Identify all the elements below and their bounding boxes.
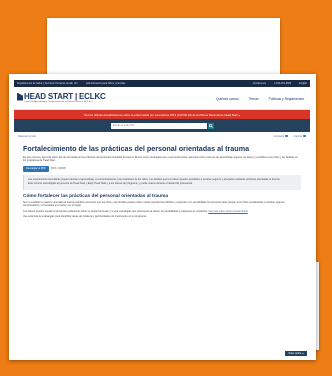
back-to-top-button[interactable]: Volver arriba ▲ [285, 351, 307, 356]
search-bar [14, 119, 310, 132]
hhs-link[interactable]: Departamento de Salud y Servicios Humano… [17, 82, 78, 85]
site-header: HEAD START | ECLKC Centro de Aprendizaje… [14, 87, 310, 110]
nav-item-about[interactable]: Quiénes somos [216, 97, 239, 101]
logo-text: HEAD START | ECLKC [24, 92, 106, 101]
language-toggle[interactable]: English [299, 82, 307, 85]
covid-alert-banner[interactable]: Vea las últimas actualizaciones sobre la… [14, 110, 310, 119]
web-page: Departamento de Salud y Servicios Humano… [14, 80, 310, 220]
gov-topbar: Departamento de Salud y Servicios Humano… [14, 80, 310, 87]
breadcrumb: Regresar a inicio Compartir Imprimir [14, 132, 310, 140]
search-input[interactable] [110, 122, 207, 129]
logo-subtitle: Centro de Aprendizaje y Conocimiento de … [24, 101, 93, 103]
section-paragraph: Use esta lista de estrategias para ident… [23, 215, 147, 219]
download-row: Descargar el PDF [PDF, 398KB] [23, 165, 301, 172]
search-icon [208, 123, 213, 128]
main-nav: Quiénes somos Temas Políticas y Reglamen… [216, 97, 304, 101]
alert-text[interactable]: Vea las últimas actualizaciones sobre la… [84, 113, 240, 117]
print-button[interactable]: Imprimir [294, 135, 306, 138]
phone-number: 1-844-261-6682 [274, 82, 292, 85]
share-button[interactable]: Compartir [274, 135, 288, 138]
info-note: Las experiencias traumáticas pueden afec… [23, 174, 301, 191]
related-link[interactable]: Vea más sobre salud mental infantil [208, 210, 247, 213]
section-paragraph: Los líderes pueden ayudar al personal a … [23, 209, 248, 213]
section-heading: Cómo fortalecer las prácticas del person… [23, 194, 169, 200]
background-paper-sheet [47, 18, 280, 80]
printed-page: Departamento de Salud y Servicios Humano… [9, 74, 316, 360]
section-paragraph: Ser un cuidador o maestro orientado al t… [23, 201, 286, 208]
nav-item-topics[interactable]: Temas [249, 97, 259, 101]
print-icon [303, 134, 306, 138]
breadcrumb-home-link[interactable]: Regresar a inicio [18, 135, 36, 138]
share-icon [285, 134, 288, 138]
intro-paragraph: En este recurso, aprenda sobre formas de… [23, 156, 298, 163]
file-info: [PDF, 398KB] [50, 167, 66, 171]
acf-link[interactable]: Administración para Niños y Familias [86, 82, 125, 85]
note-line: Este recurso está dirigido al personal d… [28, 182, 193, 186]
nav-item-policy[interactable]: Políticas y Reglamentos [269, 97, 304, 101]
main-content: Fortalecimiento de las prácticas del per… [14, 144, 310, 218]
contact-link[interactable]: Contáctenos [253, 82, 266, 85]
page-title: Fortalecimiento de las prácticas del per… [23, 144, 250, 153]
logo-flag-icon [17, 92, 23, 101]
note-line: Las experiencias traumáticas pueden afec… [28, 177, 281, 181]
search-button[interactable] [207, 122, 214, 129]
download-pdf-button[interactable]: Descargar el PDF [23, 165, 49, 172]
